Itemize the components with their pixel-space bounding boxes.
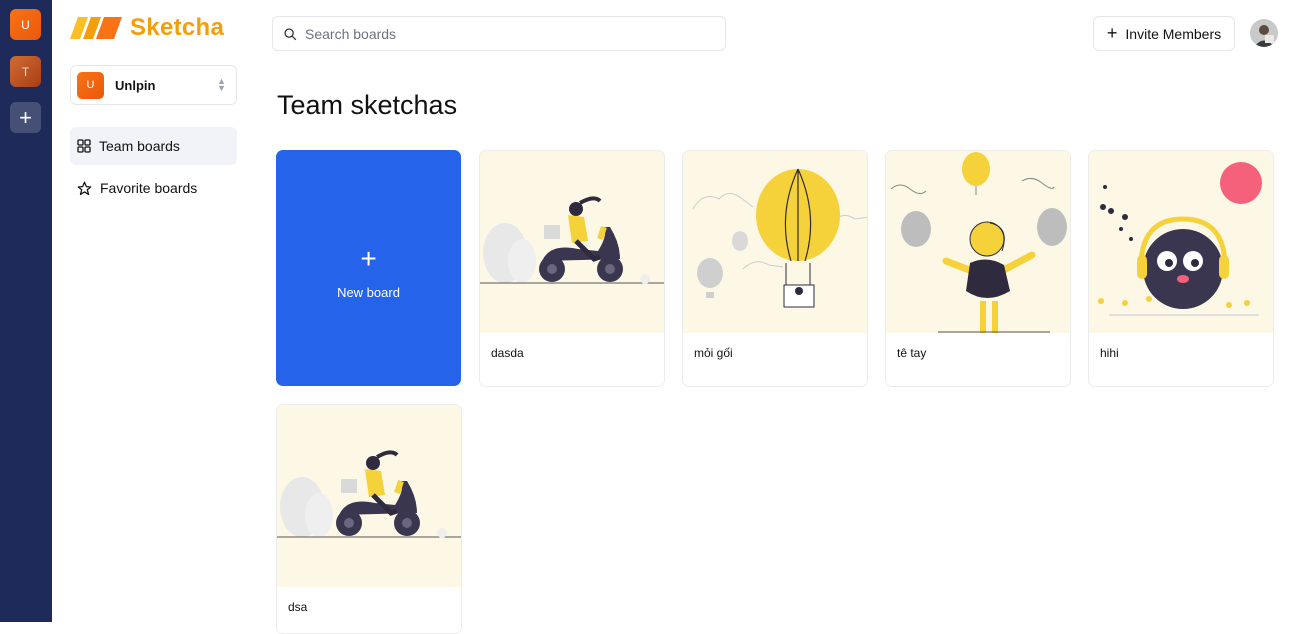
nav-label: Team boards bbox=[99, 138, 180, 154]
board-thumbnail bbox=[1089, 151, 1273, 333]
board-thumbnail bbox=[886, 151, 1070, 333]
scooter-illustration bbox=[277, 450, 461, 538]
org-switcher-u[interactable]: U bbox=[10, 9, 41, 40]
new-board-label: New board bbox=[337, 284, 400, 300]
board-card[interactable]: mỏi gối bbox=[682, 150, 868, 387]
search-icon bbox=[284, 27, 297, 40]
balloon-illustration bbox=[692, 168, 867, 308]
board-title: hihi bbox=[1100, 346, 1119, 360]
org-badge: U bbox=[77, 71, 104, 99]
invite-label: Invite Members bbox=[1125, 25, 1222, 42]
board-card[interactable]: dsa bbox=[276, 404, 462, 634]
logo-text: Sketcha bbox=[130, 14, 225, 41]
person-balloons-illustration bbox=[890, 152, 1067, 333]
plus-icon: + bbox=[360, 242, 377, 274]
sidebar: Sketcha U Unlpin ▲ ▼ Team boards Favorite… bbox=[52, 0, 254, 622]
new-board-button[interactable]: + New board bbox=[276, 150, 461, 386]
org-selector[interactable]: U Unlpin ▲ ▼ bbox=[70, 65, 237, 105]
logo[interactable]: Sketcha bbox=[70, 14, 224, 42]
search-bar[interactable] bbox=[272, 16, 726, 51]
board-thumbnail bbox=[277, 405, 461, 587]
board-title: dasda bbox=[491, 346, 524, 360]
add-org-button[interactable]: + bbox=[10, 102, 41, 133]
org-switcher-t[interactable]: T bbox=[10, 56, 41, 87]
board-card[interactable]: tê tay bbox=[885, 150, 1071, 387]
star-icon bbox=[77, 181, 92, 195]
board-card[interactable]: dasda bbox=[479, 150, 665, 387]
board-title: tê tay bbox=[897, 346, 927, 360]
plus-icon: + bbox=[1106, 23, 1118, 43]
chevron-updown-icon: ▲ ▼ bbox=[217, 76, 226, 93]
board-thumbnail bbox=[683, 151, 867, 333]
bird-headphones-illustration bbox=[1098, 162, 1262, 316]
page-title: Team sketchas bbox=[277, 90, 458, 120]
org-name: Unlpin bbox=[115, 77, 156, 93]
board-title: mỏi gối bbox=[694, 346, 733, 360]
grid-icon bbox=[77, 139, 91, 153]
invite-members-button[interactable]: + Invite Members bbox=[1093, 16, 1235, 51]
logo-icon bbox=[70, 17, 122, 39]
scooter-illustration bbox=[480, 196, 664, 284]
search-input[interactable] bbox=[305, 25, 705, 42]
user-avatar[interactable] bbox=[1250, 19, 1278, 47]
nav-favorite-boards[interactable]: Favorite boards bbox=[70, 169, 237, 207]
nav-label: Favorite boards bbox=[100, 180, 198, 196]
board-thumbnail bbox=[480, 151, 664, 333]
nav-team-boards[interactable]: Team boards bbox=[70, 127, 237, 165]
org-rail: U T + bbox=[0, 0, 52, 622]
board-card[interactable]: hihi bbox=[1088, 150, 1274, 387]
board-title: dsa bbox=[288, 600, 308, 614]
